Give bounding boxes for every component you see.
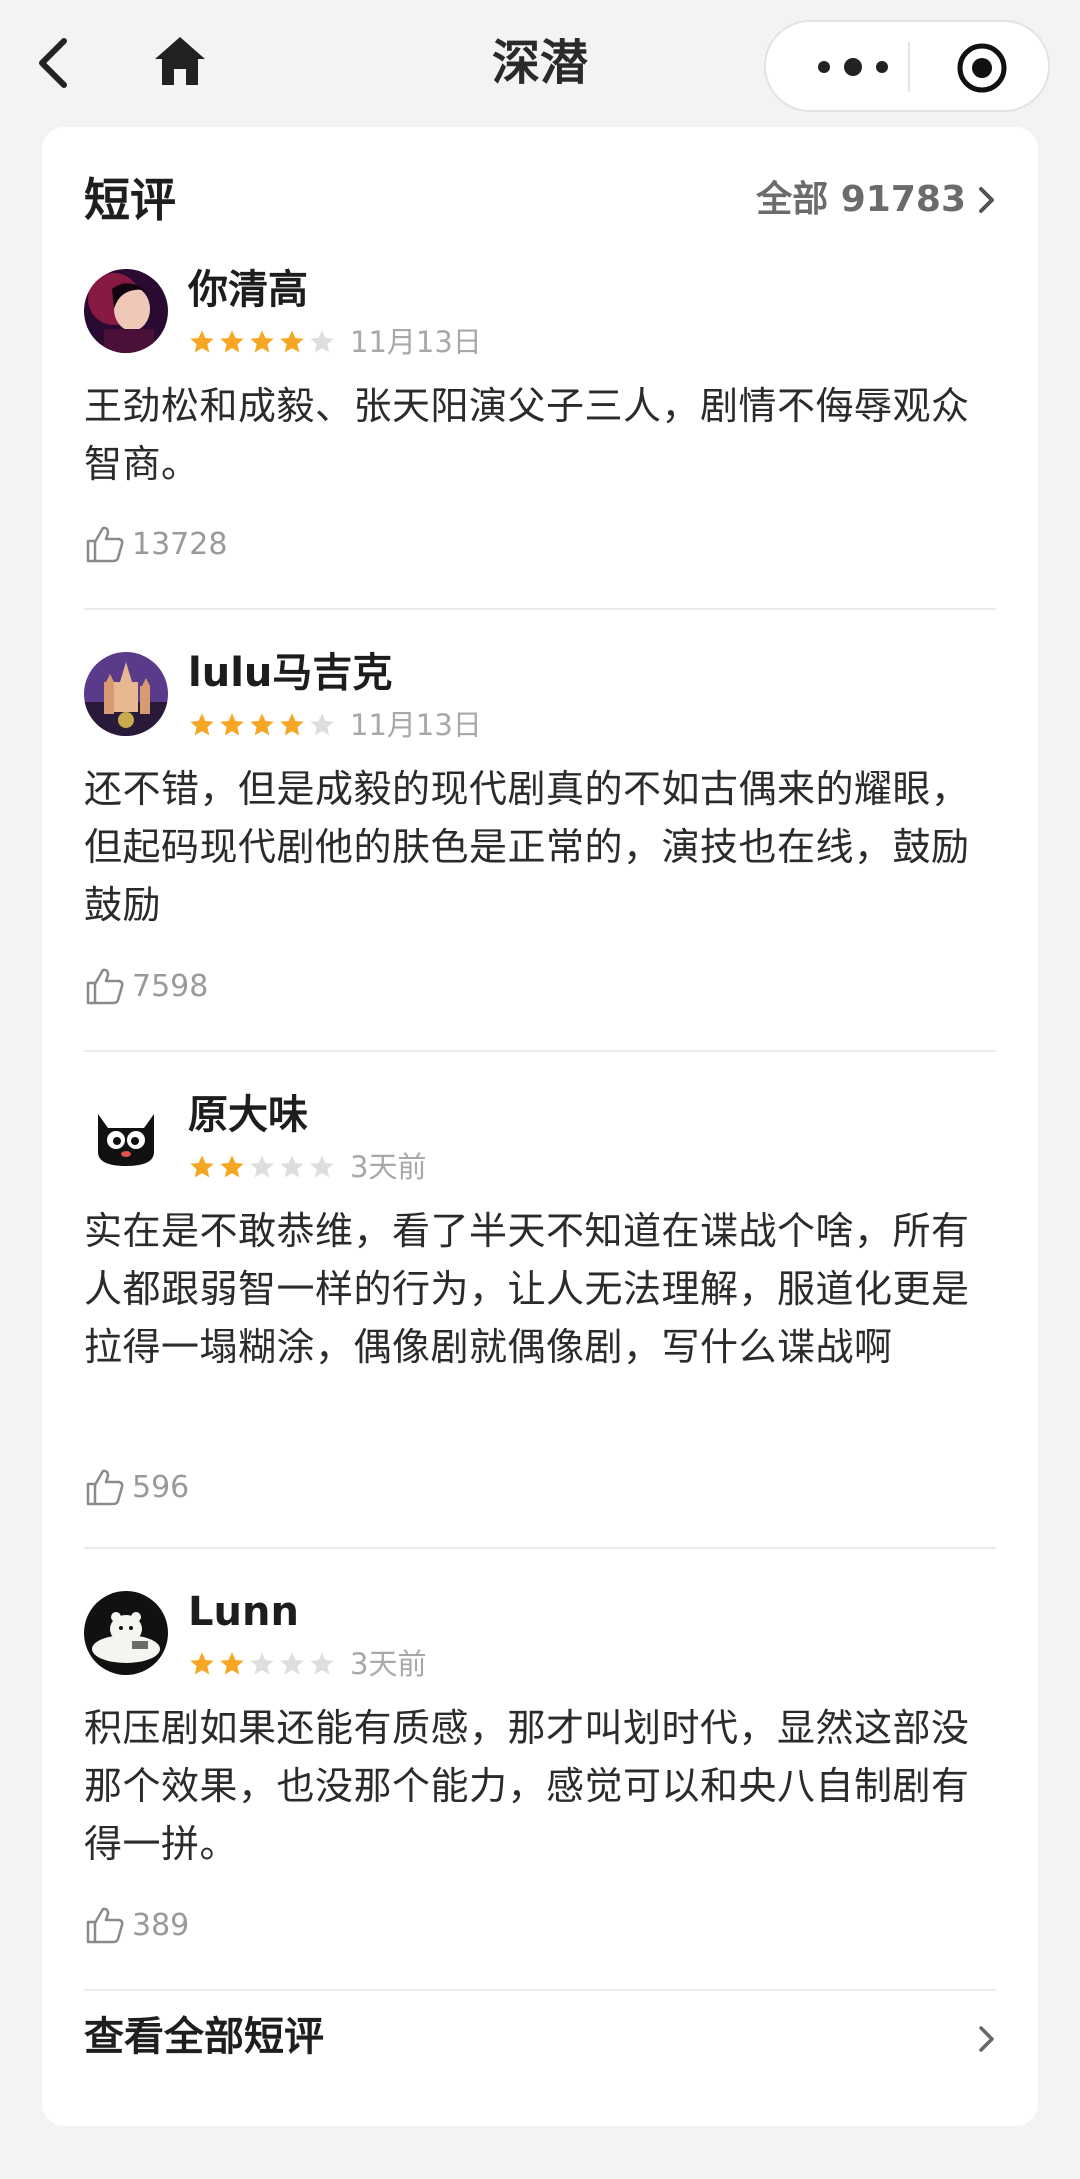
review-date: 11月13日 (350, 708, 482, 742)
star-filled-icon (190, 1155, 214, 1178)
star-empty-icon (310, 1155, 334, 1178)
star-filled-icon (220, 1652, 244, 1675)
view-all-reviews-link[interactable]: 查看全部短评 (84, 2007, 324, 2067)
review-date: 11月13日 (350, 325, 482, 359)
thumbs-up-icon (86, 1469, 124, 1506)
star-filled-icon (280, 713, 304, 736)
avatar[interactable] (84, 1094, 168, 1178)
divider (84, 1989, 996, 1991)
chevron-right-icon[interactable] (976, 2024, 998, 2054)
target-circle-icon[interactable] (956, 42, 1008, 94)
star-filled-icon (250, 713, 274, 736)
star-empty-icon (310, 330, 334, 353)
like-button[interactable]: 389 (84, 1904, 189, 1946)
star-filled-icon (280, 330, 304, 353)
like-button[interactable]: 7598 (84, 965, 208, 1007)
short-reviews-card: 短评 全部 91783 你清高 11月13日 王劲松和成毅、张天阳演父子三人，剧… (42, 127, 1038, 2126)
star-filled-icon (190, 1652, 214, 1675)
like-count: 389 (132, 1907, 190, 1943)
chevron-right-icon (979, 187, 994, 213)
star-filled-icon (220, 1155, 244, 1178)
reviewer-name[interactable]: lulu马吉克 (188, 646, 392, 700)
star-rating (188, 328, 336, 356)
star-rating (188, 1650, 336, 1678)
star-empty-icon (250, 1155, 274, 1178)
reviewer-name[interactable]: 原大味 (188, 1088, 308, 1142)
top-nav-bar: 深潜 (0, 0, 1080, 125)
like-button[interactable]: 596 (84, 1466, 189, 1508)
star-empty-icon (280, 1652, 304, 1675)
review-text[interactable]: 积压剧如果还能有质感，那才叫划时代，显然这部没那个效果，也没那个能力，感觉可以和… (84, 1699, 996, 1873)
like-button[interactable]: 13728 (84, 523, 227, 565)
star-rating (188, 711, 336, 739)
review-meta: 3天前 (188, 1649, 426, 1679)
star-rating (188, 1153, 336, 1181)
review-meta: 11月13日 (188, 327, 482, 357)
all-reviews-link[interactable]: 全部 91783 (756, 165, 998, 235)
section-title: 短评 (84, 173, 176, 227)
star-empty-icon (310, 1652, 334, 1675)
thumbs-up-icon (86, 1907, 124, 1944)
review-meta: 11月13日 (188, 710, 482, 740)
review-date: 3天前 (350, 1150, 427, 1184)
reviewer-name[interactable]: Lunn (188, 1585, 299, 1639)
thumbs-up-icon (86, 968, 124, 1005)
like-count: 7598 (132, 968, 209, 1004)
divider (84, 1050, 996, 1052)
reviewer-name[interactable]: 你清高 (188, 263, 308, 317)
star-empty-icon (250, 1652, 274, 1675)
capsule-divider (908, 42, 910, 92)
review-meta: 3天前 (188, 1152, 426, 1182)
divider (84, 608, 996, 610)
like-count: 13728 (132, 526, 228, 562)
card-header: 短评 全部 91783 (84, 165, 998, 235)
avatar[interactable] (84, 269, 168, 353)
star-filled-icon (190, 713, 214, 736)
like-count: 596 (132, 1469, 190, 1505)
star-filled-icon (220, 330, 244, 353)
more-dots-icon[interactable] (810, 52, 896, 82)
star-filled-icon (220, 713, 244, 736)
star-empty-icon (280, 1155, 304, 1178)
thumbs-up-icon (86, 526, 124, 563)
review-text[interactable]: 还不错，但是成毅的现代剧真的不如古偶来的耀眼，但起码现代剧他的肤色是正常的，演技… (84, 760, 996, 934)
star-filled-icon (190, 330, 214, 353)
review-text[interactable]: 实在是不敢恭维，看了半天不知道在谍战个啥，所有人都跟弱智一样的行为，让人无法理解… (84, 1202, 996, 1376)
divider (84, 1547, 996, 1549)
avatar[interactable] (84, 1591, 168, 1675)
star-filled-icon (250, 330, 274, 353)
review-text[interactable]: 王劲松和成毅、张天阳演父子三人，剧情不侮辱观众智商。 (84, 377, 996, 493)
star-empty-icon (310, 713, 334, 736)
mini-program-capsule (764, 20, 1050, 112)
all-reviews-label: 全部 91783 (756, 179, 966, 220)
avatar[interactable] (84, 652, 168, 736)
review-date: 3天前 (350, 1647, 427, 1681)
